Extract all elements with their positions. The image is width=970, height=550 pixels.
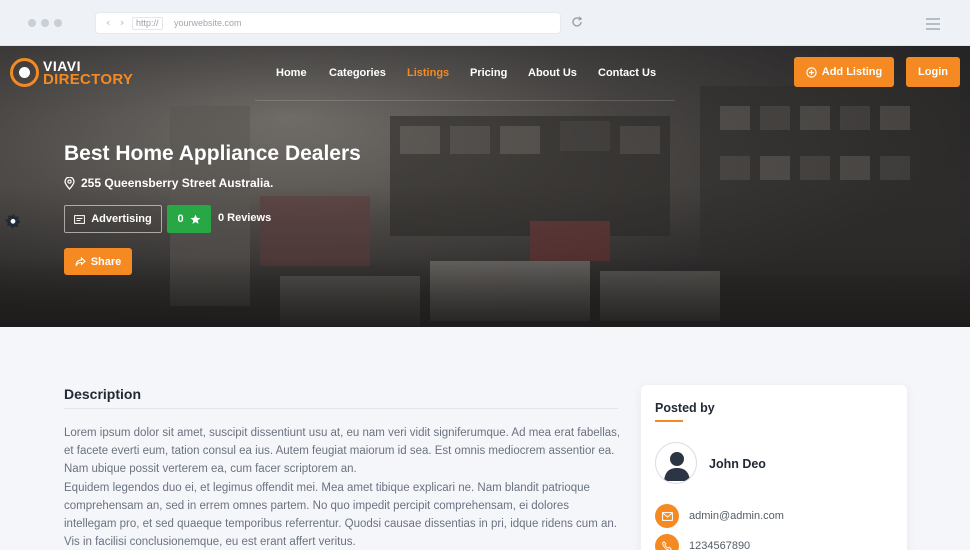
posted-by-card: Posted by John Deo admin@admin.com 12345…: [641, 385, 907, 550]
phone-icon: [655, 534, 679, 550]
avatar[interactable]: [655, 442, 697, 484]
ad-icon: [74, 214, 86, 224]
nav-divider: [255, 100, 675, 101]
nav-categories[interactable]: Categories: [329, 67, 386, 79]
nav-about-us[interactable]: About Us: [528, 67, 577, 79]
back-forward-icon[interactable]: ‹ ›: [106, 16, 127, 29]
window-dot[interactable]: [54, 19, 62, 27]
nav-contact-us[interactable]: Contact Us: [598, 67, 656, 79]
url-text[interactable]: yourwebsite.com: [174, 18, 242, 28]
logo-icon: [10, 58, 39, 87]
listing-title: Best Home Appliance Dealers: [64, 142, 361, 165]
category-label: Advertising: [91, 213, 152, 225]
browser-chrome: ‹ › http:// yourwebsite.com: [0, 0, 970, 46]
posted-by-accent: [655, 420, 683, 422]
description-divider: [64, 408, 618, 409]
author-name[interactable]: John Deo: [709, 457, 766, 471]
reload-icon[interactable]: [571, 16, 583, 28]
settings-gear-icon[interactable]: [5, 213, 21, 229]
share-icon: [75, 256, 86, 266]
address-text: 255 Queensberry Street Australia.: [81, 176, 274, 190]
window-controls: [28, 19, 62, 27]
description-body: Lorem ipsum dolor sit amet, suscipit dis…: [64, 424, 622, 550]
description-heading: Description: [64, 386, 142, 402]
window-dot[interactable]: [41, 19, 49, 27]
rating-value: 0: [177, 213, 184, 225]
rating-badge: 0: [167, 205, 211, 233]
description-paragraph: Lorem ipsum dolor sit amet, suscipit dis…: [64, 427, 621, 476]
logo-text-bottom: DIRECTORY: [43, 70, 134, 88]
share-button[interactable]: Share: [64, 248, 132, 275]
user-icon: [664, 452, 690, 481]
window-dot[interactable]: [28, 19, 36, 27]
browser-menu-icon[interactable]: [926, 18, 940, 33]
add-listing-label: Add Listing: [821, 66, 883, 78]
address-bar[interactable]: ‹ › http:// yourwebsite.com: [95, 12, 561, 34]
listing-address: 255 Queensberry Street Australia.: [64, 176, 273, 190]
author-email[interactable]: admin@admin.com: [689, 510, 784, 522]
login-label: Login: [918, 66, 948, 78]
site-logo[interactable]: VIAVI DIRECTORY: [10, 58, 133, 87]
star-icon: [190, 214, 200, 224]
add-listing-button[interactable]: Add Listing: [794, 57, 894, 87]
nav-listings[interactable]: Listings: [407, 67, 449, 79]
nav-pricing[interactable]: Pricing: [470, 67, 507, 79]
author-phone[interactable]: 1234567890: [689, 540, 750, 550]
reviews-count[interactable]: 0 Reviews: [218, 212, 271, 224]
posted-by-heading: Posted by: [655, 401, 715, 415]
nav-home[interactable]: Home: [276, 67, 307, 79]
share-label: Share: [90, 255, 122, 268]
login-button[interactable]: Login: [906, 57, 960, 87]
plus-circle-icon: [806, 66, 817, 78]
email-icon: [655, 504, 679, 528]
category-tag[interactable]: Advertising: [64, 205, 162, 233]
description-paragraph: Equidem legendos duo ei, et legimus offe…: [64, 481, 617, 549]
map-pin-icon: [64, 176, 75, 190]
protocol-label: http://: [132, 17, 163, 30]
